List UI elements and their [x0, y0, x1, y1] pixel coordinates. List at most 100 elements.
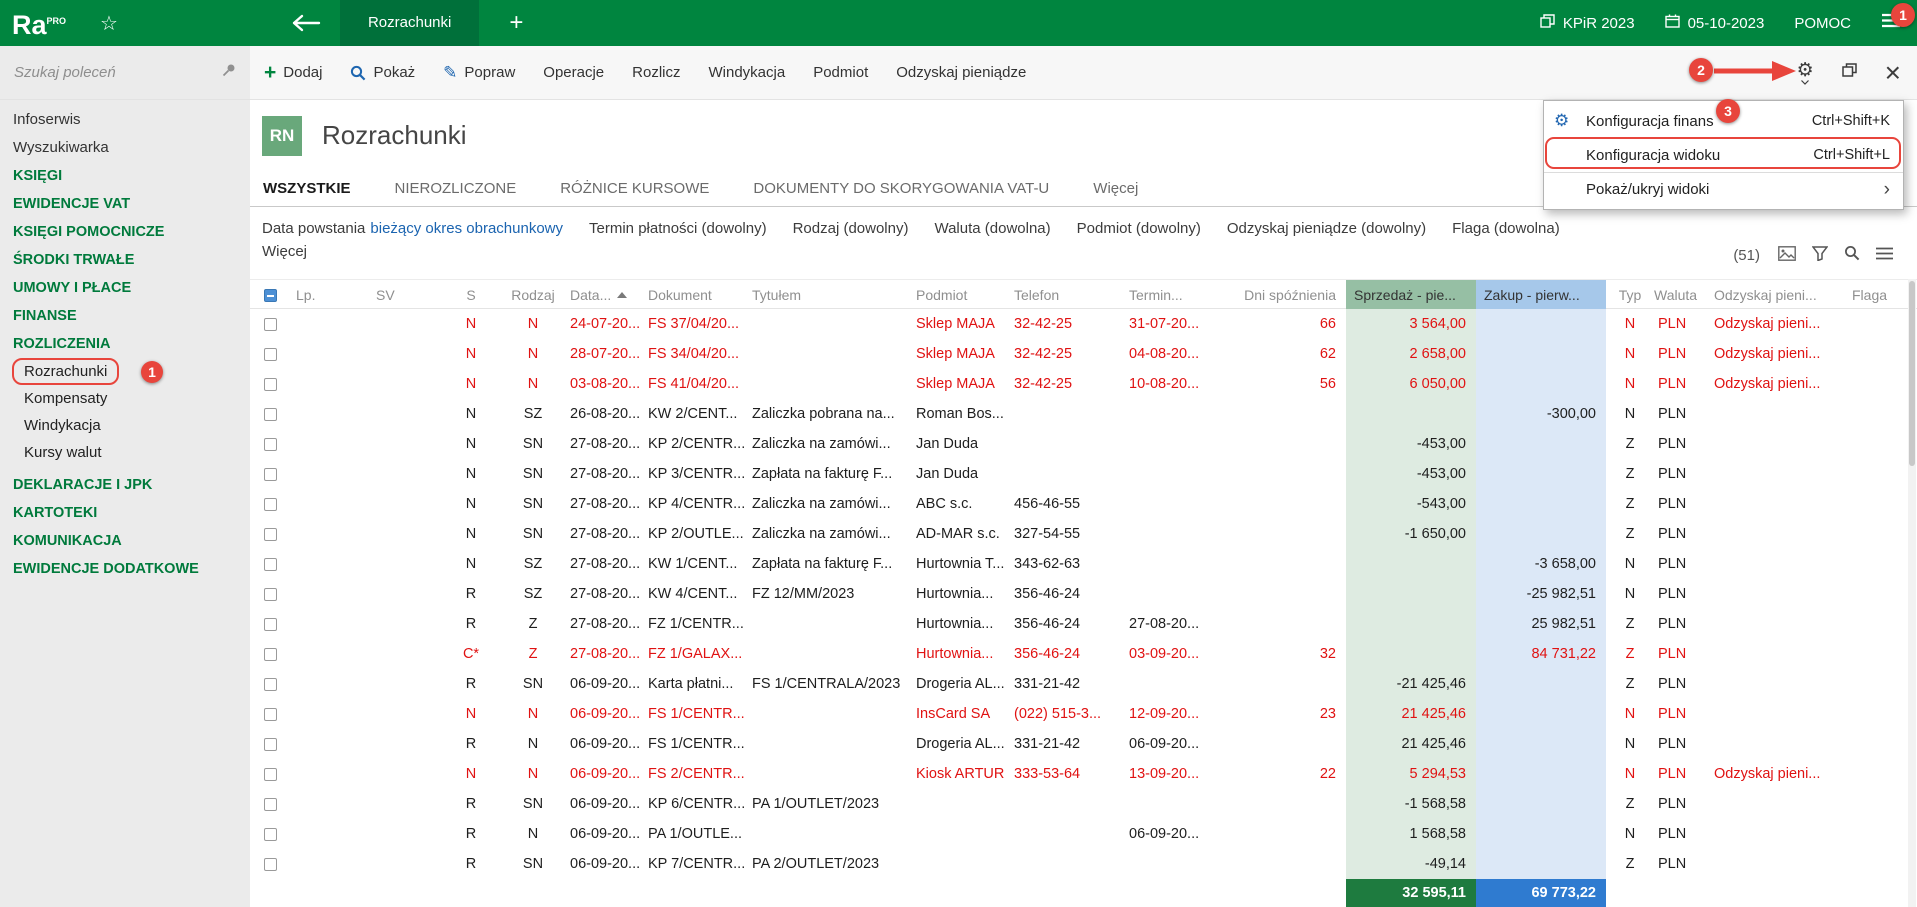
column-header-sel[interactable]	[250, 280, 294, 310]
table-row[interactable]: NSZ27-08-20...KW 1/CENT...Zapłata na fak…	[250, 549, 1917, 579]
table-row[interactable]: NN24-07-20...FS 37/04/20...Sklep MAJA32-…	[250, 309, 1917, 339]
sidebar-item-deklaracje-i-jpk[interactable]: DEKLARACJE I JPK	[0, 471, 250, 499]
command-search-input[interactable]: Szukaj poleceń	[0, 46, 250, 100]
sidebar-item-ewidencje-vat[interactable]: EWIDENCJE VAT	[0, 190, 250, 218]
column-header-telefon[interactable]: Telefon	[1012, 280, 1127, 310]
filter-flaga-dowolna[interactable]: Flaga (dowolna)	[1452, 220, 1560, 237]
help-button[interactable]: POMOC	[1794, 15, 1851, 32]
row-checkbox[interactable]	[264, 858, 277, 871]
tab-dokumenty-do-skorygowania-vat-u[interactable]: DOKUMENTY DO SKORYGOWANIA VAT-U	[753, 180, 1049, 206]
filter-waluta-dowolna[interactable]: Waluta (dowolna)	[934, 220, 1050, 237]
sidebar-item-ksi-gi-pomocnicze[interactable]: KSIĘGI POMOCNICZE	[0, 218, 250, 246]
row-checkbox[interactable]	[264, 378, 277, 391]
table-row[interactable]: RN06-09-20...PA 1/OUTLE...06-09-20...1 5…	[250, 819, 1917, 849]
table-row[interactable]: NN03-08-20...FS 41/04/20...Sklep MAJA32-…	[250, 369, 1917, 399]
table-row[interactable]: NSN27-08-20...KP 4/CENTR...Zaliczka na z…	[250, 489, 1917, 519]
sidebar-item-rodki-trwa-e[interactable]: ŚRODKI TRWAŁE	[0, 246, 250, 274]
sidebar-item-ksi-gi[interactable]: KSIĘGI	[0, 162, 250, 190]
toolbar-button-podmiot[interactable]: Podmiot	[813, 64, 868, 81]
toolbar-button-popraw[interactable]: ✎Popraw	[443, 63, 515, 83]
row-checkbox[interactable]	[264, 738, 277, 751]
column-header-flaga[interactable]: Flaga	[1850, 280, 1910, 310]
sidebar-item-ewidencje-dodatkowe[interactable]: EWIDENCJE DODATKOWE	[0, 555, 250, 583]
column-header-dokument[interactable]: Dokument	[646, 280, 750, 310]
scrollbar-thumb[interactable]	[1909, 281, 1915, 466]
column-header-sv[interactable]: SV	[374, 280, 444, 310]
tab-r-nice-kursowe[interactable]: RÓŻNICE KURSOWE	[560, 180, 709, 206]
column-header-termin[interactable]: Termin...	[1127, 280, 1219, 310]
table-row[interactable]: RSN06-09-20...Karta płatni...FS 1/CENTRA…	[250, 669, 1917, 699]
table-row[interactable]: NSN27-08-20...KP 3/CENTR...Zapłata na fa…	[250, 459, 1917, 489]
odzyskaj-link[interactable]: Odzyskaj pieni...	[1714, 376, 1820, 392]
vertical-scrollbar[interactable]	[1908, 279, 1916, 907]
back-arrow-icon[interactable]	[286, 14, 326, 32]
search-icon[interactable]	[1844, 245, 1860, 265]
select-all-checkbox[interactable]	[264, 289, 277, 302]
toolbar-button-operacje[interactable]: Operacje	[543, 64, 604, 81]
column-header-dni[interactable]: Dni spóźnienia	[1219, 280, 1346, 310]
table-row[interactable]: NN06-09-20...FS 1/CENTR...InsCard SA(022…	[250, 699, 1917, 729]
favorites-star-icon[interactable]: ☆	[100, 11, 118, 35]
date-selector[interactable]: 05-10-2023	[1665, 14, 1765, 32]
tab-wszystkie[interactable]: WSZYSTKIE	[263, 180, 351, 206]
column-header-zakup[interactable]: Zakup - pierw...	[1476, 280, 1606, 310]
odzyskaj-link[interactable]: Odzyskaj pieni...	[1714, 316, 1820, 332]
sidebar-item-rozliczenia[interactable]: ROZLICZENIA	[0, 330, 250, 358]
tab-nierozliczone[interactable]: NIEROZLICZONE	[395, 180, 517, 206]
filter-termin-p-atno-ci-dowolny[interactable]: Termin płatności (dowolny)	[589, 220, 767, 237]
row-checkbox[interactable]	[264, 498, 277, 511]
row-checkbox[interactable]	[264, 708, 277, 721]
column-header-sprzedaz[interactable]: Sprzedaż - pie...	[1346, 280, 1476, 310]
table-row[interactable]: RN06-09-20...FS 1/CENTR...Drogeria AL...…	[250, 729, 1917, 759]
table-row[interactable]: RZ27-08-20...FZ 1/CENTR...Hurtownia...35…	[250, 609, 1917, 639]
column-header-tytulem[interactable]: Tytułem	[750, 280, 914, 310]
column-header-s[interactable]: S	[444, 280, 496, 310]
filter-podmiot-dowolny[interactable]: Podmiot (dowolny)	[1077, 220, 1201, 237]
sidebar-item-windykacja[interactable]: Windykacja	[0, 412, 250, 439]
tab-wi-cej[interactable]: Więcej	[1093, 180, 1138, 206]
sidebar-item-wyszukiwarka[interactable]: Wyszukiwarka	[0, 134, 250, 162]
sidebar-item-infoserwis[interactable]: Infoserwis	[0, 106, 250, 134]
column-header-rodzaj[interactable]: Rodzaj	[496, 280, 568, 310]
filter-odzyskaj-pieni-dze-dowolny[interactable]: Odzyskaj pieniądze (dowolny)	[1227, 220, 1426, 237]
filter-data-powstania[interactable]: Data powstaniabieżący okres obrachunkowy	[262, 220, 563, 237]
table-row[interactable]: NN06-09-20...FS 2/CENTR...Kiosk ARTUR333…	[250, 759, 1917, 789]
odzyskaj-link[interactable]: Odzyskaj pieni...	[1714, 766, 1820, 782]
table-row[interactable]: NSN27-08-20...KP 2/OUTLE...Zaliczka na z…	[250, 519, 1917, 549]
row-checkbox[interactable]	[264, 468, 277, 481]
column-header-podmiot[interactable]: Podmiot	[914, 280, 1012, 310]
table-row[interactable]: NSZ26-08-20...KW 2/CENT...Zaliczka pobra…	[250, 399, 1917, 429]
filter-funnel-icon[interactable]	[1812, 246, 1828, 265]
row-checkbox[interactable]	[264, 318, 277, 331]
sidebar-item-umowy-i-p-ace[interactable]: UMOWY I PŁACE	[0, 274, 250, 302]
row-checkbox[interactable]	[264, 768, 277, 781]
sidebar-item-rozrachunki[interactable]: Rozrachunki	[0, 358, 250, 385]
new-tab-button[interactable]: +	[509, 9, 523, 37]
sidebar-item-kursy-walut[interactable]: Kursy walut	[0, 439, 250, 466]
column-header-typ[interactable]: Typ	[1606, 280, 1652, 310]
row-checkbox[interactable]	[264, 618, 277, 631]
row-checkbox[interactable]	[264, 438, 277, 451]
pin-icon[interactable]	[222, 63, 236, 82]
odzyskaj-link[interactable]: Odzyskaj pieni...	[1714, 346, 1820, 362]
row-checkbox[interactable]	[264, 798, 277, 811]
close-icon[interactable]: ×	[1885, 63, 1901, 83]
restore-window-icon[interactable]	[1842, 63, 1857, 82]
menu-item-poka-ukryj-widoki[interactable]: Pokaż/ukryj widoki›	[1544, 172, 1903, 206]
sidebar-item-kompensaty[interactable]: Kompensaty	[0, 385, 250, 412]
table-row[interactable]: NSN27-08-20...KP 2/CENTR...Zaliczka na z…	[250, 429, 1917, 459]
row-checkbox[interactable]	[264, 588, 277, 601]
toolbar-button-poka[interactable]: Pokaż	[350, 64, 415, 81]
toolbar-button-odzyskaj-pieni-dze[interactable]: Odzyskaj pieniądze	[896, 64, 1026, 81]
list-menu-icon[interactable]	[1876, 247, 1893, 264]
app-logo[interactable]: RaPRO	[12, 0, 66, 48]
sidebar-item-kartoteki[interactable]: KARTOTEKI	[0, 499, 250, 527]
table-row[interactable]: C*Z27-08-20...FZ 1/GALAX...Hurtownia...3…	[250, 639, 1917, 669]
filter-rodzaj-dowolny[interactable]: Rodzaj (dowolny)	[793, 220, 909, 237]
open-tab-rozrachunki[interactable]: Rozrachunki	[340, 0, 479, 46]
column-header-waluta[interactable]: Waluta	[1652, 280, 1712, 310]
column-header-lp[interactable]: Lp.	[294, 280, 374, 310]
row-checkbox[interactable]	[264, 828, 277, 841]
table-row[interactable]: RSN06-09-20...KP 6/CENTR...PA 1/OUTLET/2…	[250, 789, 1917, 819]
row-checkbox[interactable]	[264, 678, 277, 691]
